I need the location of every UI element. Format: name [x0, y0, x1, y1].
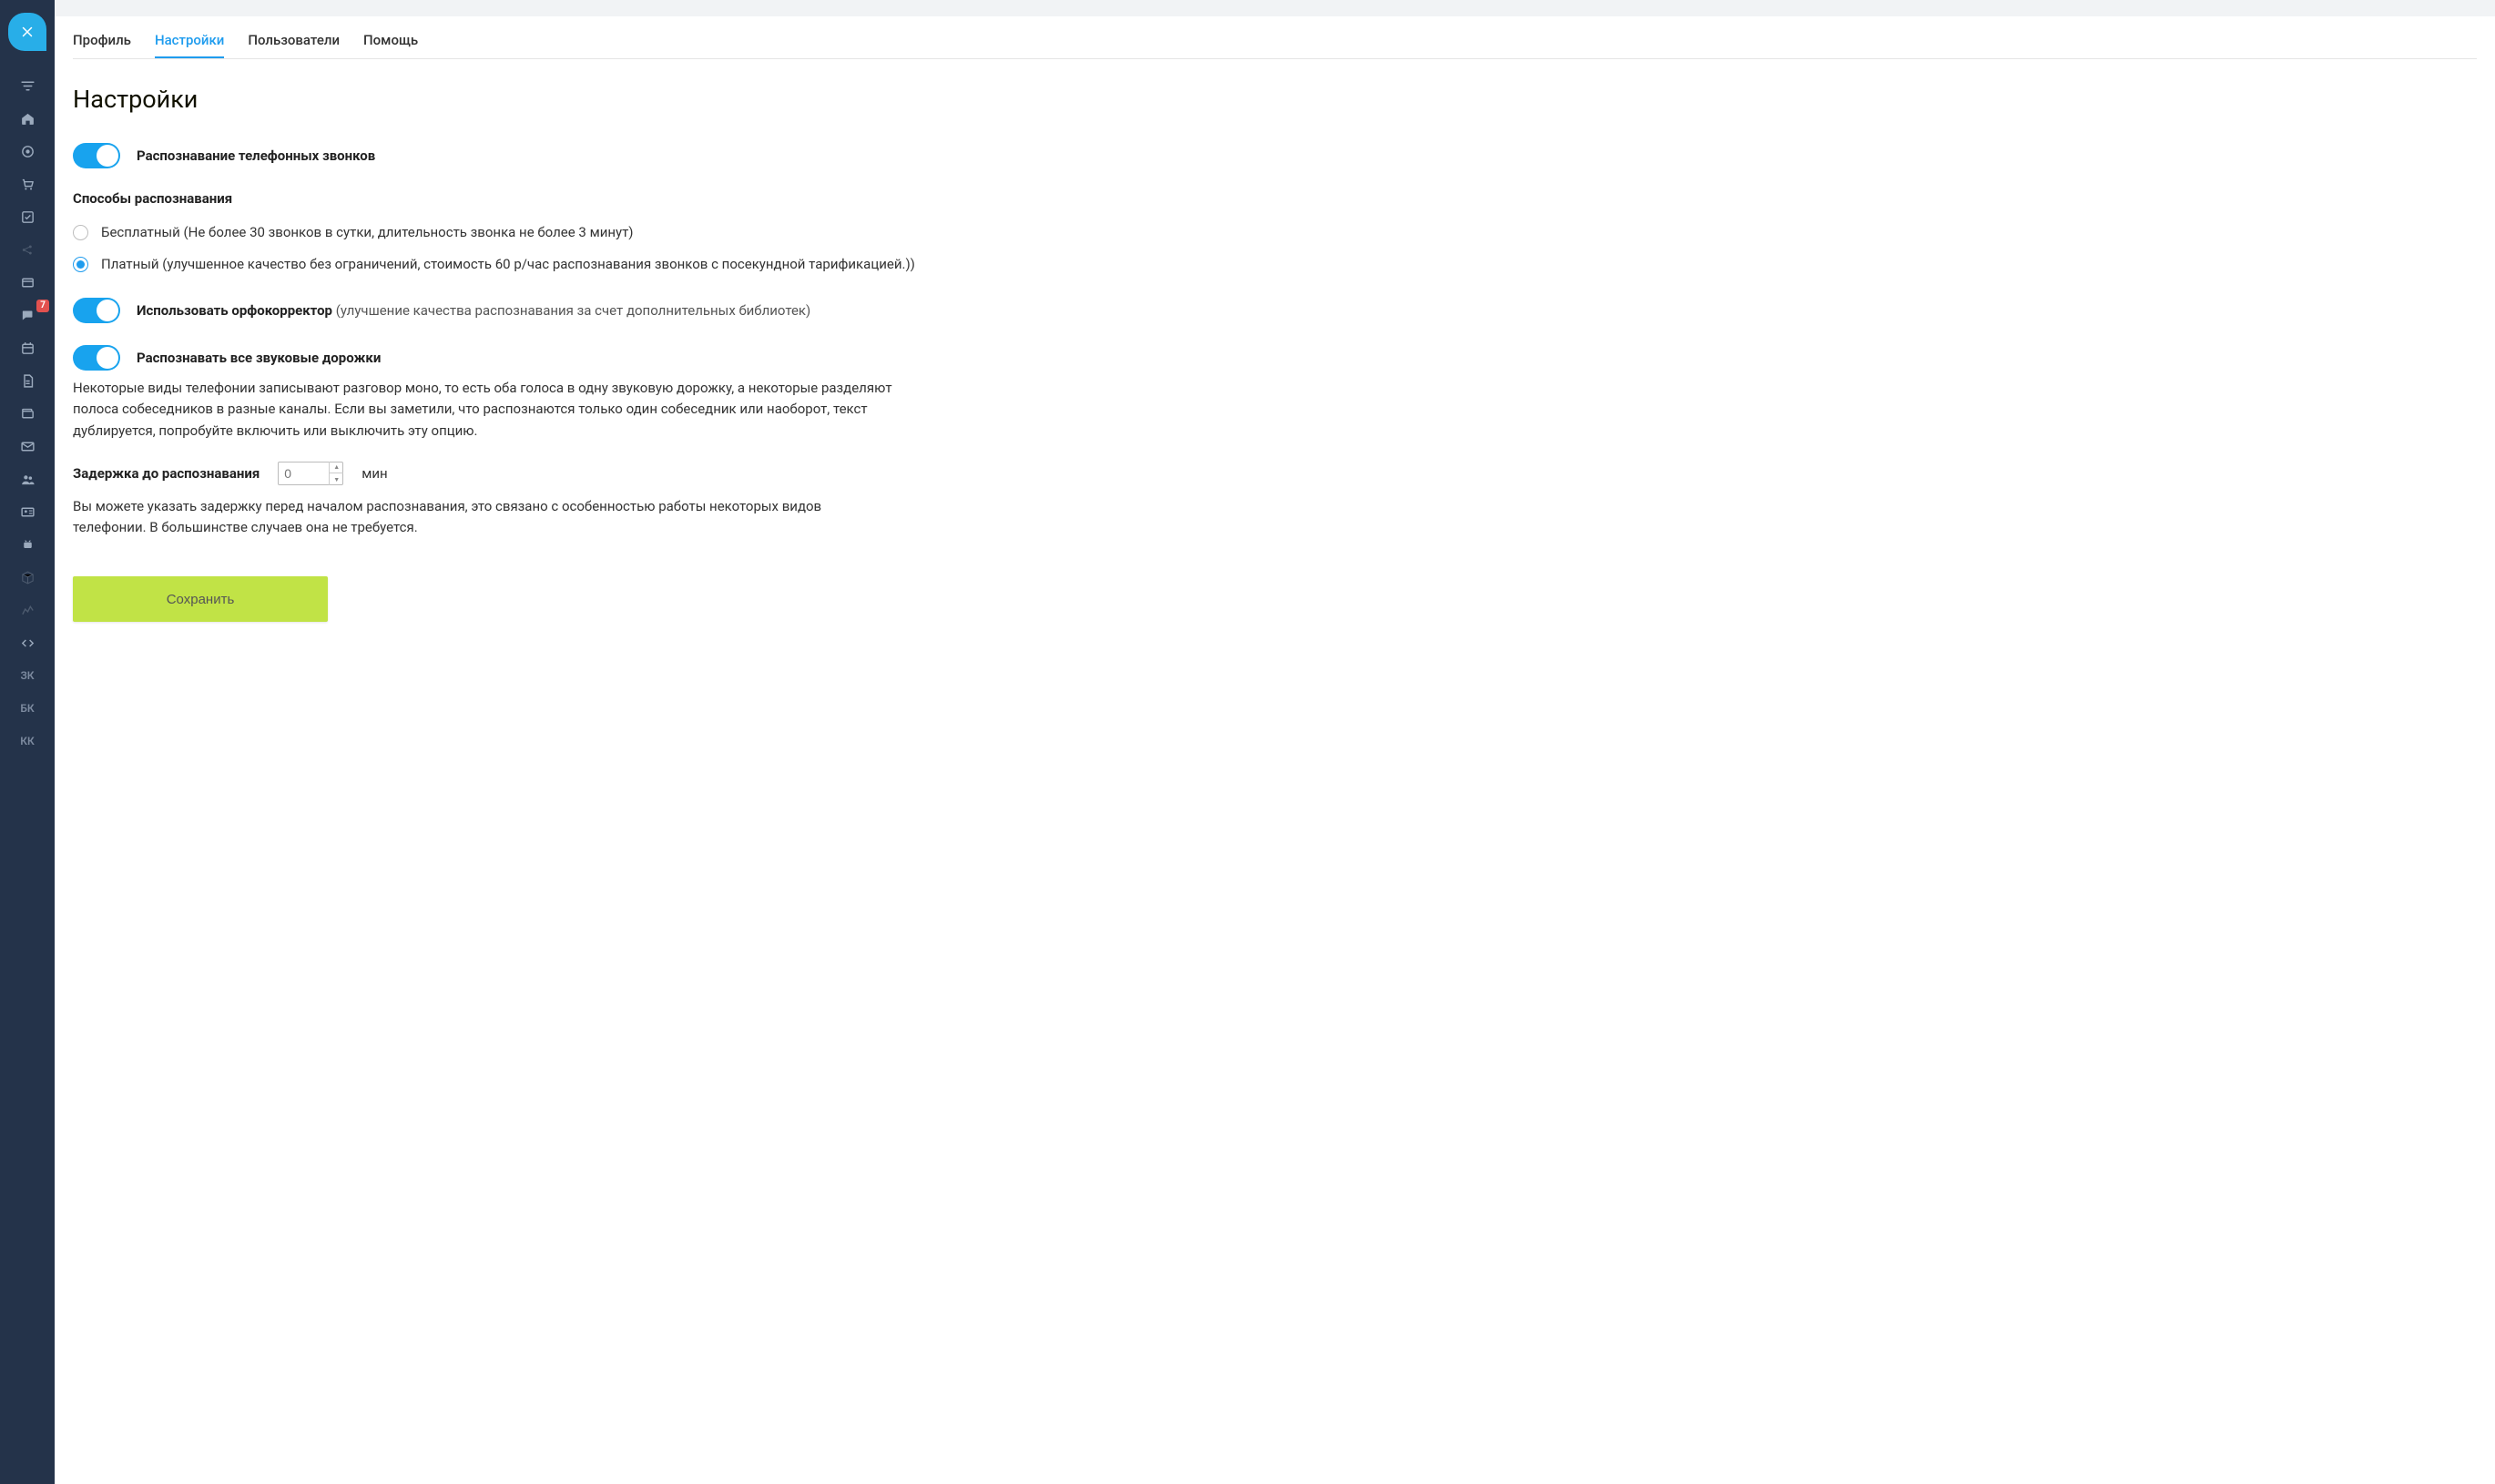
toggle-orphocorrector-label: Использовать орфокорректор (улучшение ка…	[137, 302, 810, 319]
chart-icon-item[interactable]	[0, 594, 55, 626]
stepper-down[interactable]: ▼	[330, 473, 343, 485]
id-card-icon	[20, 504, 36, 520]
tab-profile[interactable]: Профиль	[73, 25, 131, 58]
toggle-orphocorrector[interactable]	[73, 298, 120, 323]
tab-help[interactable]: Помощь	[363, 25, 418, 58]
stepper-up[interactable]: ▲	[330, 462, 343, 474]
tab-users[interactable]: Пользователи	[248, 25, 340, 58]
chart-icon	[20, 603, 36, 618]
mail-icon	[20, 439, 36, 454]
cart-icon-item[interactable]	[0, 168, 55, 200]
toggle-call-recognition[interactable]	[73, 143, 120, 168]
home-icon	[20, 111, 36, 127]
wallet-icon	[20, 406, 36, 422]
card-icon	[20, 275, 36, 290]
radio-free-label: Бесплатный (Не более 30 звонков в сутки,…	[101, 223, 634, 242]
code-icon-item[interactable]	[0, 626, 55, 659]
home-icon-item[interactable]	[0, 102, 55, 135]
calendar-icon-item[interactable]	[0, 331, 55, 364]
toggle-call-recognition-label: Распознавание телефонных звонков	[137, 147, 375, 164]
delay-unit: мин	[362, 465, 387, 482]
radio-free-input[interactable]	[73, 225, 88, 240]
target-icon	[20, 144, 36, 159]
main-area: Профиль Настройки Пользователи Помощь На…	[55, 0, 2495, 1484]
sidebar-text-kk[interactable]: КК	[0, 725, 55, 757]
top-bar	[55, 0, 2495, 16]
tab-settings[interactable]: Настройки	[155, 25, 224, 58]
toggle-all-tracks-label: Распознавать все звуковые дорожки	[137, 350, 381, 366]
radio-paid[interactable]: Платный (улучшенное качество без огранич…	[73, 255, 2477, 274]
card-icon-item[interactable]	[0, 266, 55, 299]
nodes-icon-item[interactable]	[0, 233, 55, 266]
filter-icon	[20, 78, 36, 94]
chat-icon-item[interactable]: 7	[0, 299, 55, 331]
users-icon	[20, 472, 36, 487]
delay-label: Задержка до распознавания	[73, 465, 260, 482]
checklist-icon-item[interactable]	[0, 200, 55, 233]
document-icon	[20, 373, 36, 389]
radio-free[interactable]: Бесплатный (Не более 30 звонков в сутки,…	[73, 223, 2477, 242]
recognition-methods-title: Способы распознавания	[73, 190, 2477, 207]
save-button[interactable]: Сохранить	[73, 576, 328, 622]
box-icon	[20, 570, 36, 585]
sidebar: 7 ЗК БК КК	[0, 0, 55, 1484]
users-icon-item[interactable]	[0, 462, 55, 495]
radio-paid-input[interactable]	[73, 257, 88, 272]
document-icon-item[interactable]	[0, 364, 55, 397]
delay-stepper: ▲ ▼	[329, 462, 343, 485]
delay-description: Вы можете указать задержку перед началом…	[73, 496, 892, 539]
tabs: Профиль Настройки Пользователи Помощь	[73, 16, 2477, 59]
checklist-icon	[20, 209, 36, 225]
wallet-icon-item[interactable]	[0, 397, 55, 430]
calendar-icon	[20, 341, 36, 356]
chat-badge: 7	[36, 300, 49, 312]
sidebar-text-zk[interactable]: ЗК	[0, 659, 55, 692]
filter-icon-item[interactable]	[0, 69, 55, 102]
box-icon-item[interactable]	[0, 561, 55, 594]
page-title: Настройки	[73, 85, 2477, 114]
nodes-icon	[20, 242, 36, 258]
close-icon	[19, 24, 36, 40]
radio-paid-label: Платный (улучшенное качество без огранич…	[101, 255, 915, 274]
android-icon-item[interactable]	[0, 528, 55, 561]
mail-icon-item[interactable]	[0, 430, 55, 462]
close-button[interactable]	[8, 13, 46, 51]
all-tracks-description: Некоторые виды телефонии записывают разг…	[73, 378, 892, 442]
chat-icon	[20, 308, 36, 323]
cart-icon	[20, 177, 36, 192]
toggle-orpho-note: (улучшение качества распознавания за сче…	[332, 302, 810, 319]
target-icon-item[interactable]	[0, 135, 55, 168]
android-icon	[20, 537, 36, 553]
toggle-orpho-bold: Использовать орфокорректор	[137, 302, 332, 319]
id-card-icon-item[interactable]	[0, 495, 55, 528]
code-icon	[20, 635, 36, 651]
toggle-all-tracks[interactable]	[73, 345, 120, 371]
sidebar-text-bk[interactable]: БК	[0, 692, 55, 725]
